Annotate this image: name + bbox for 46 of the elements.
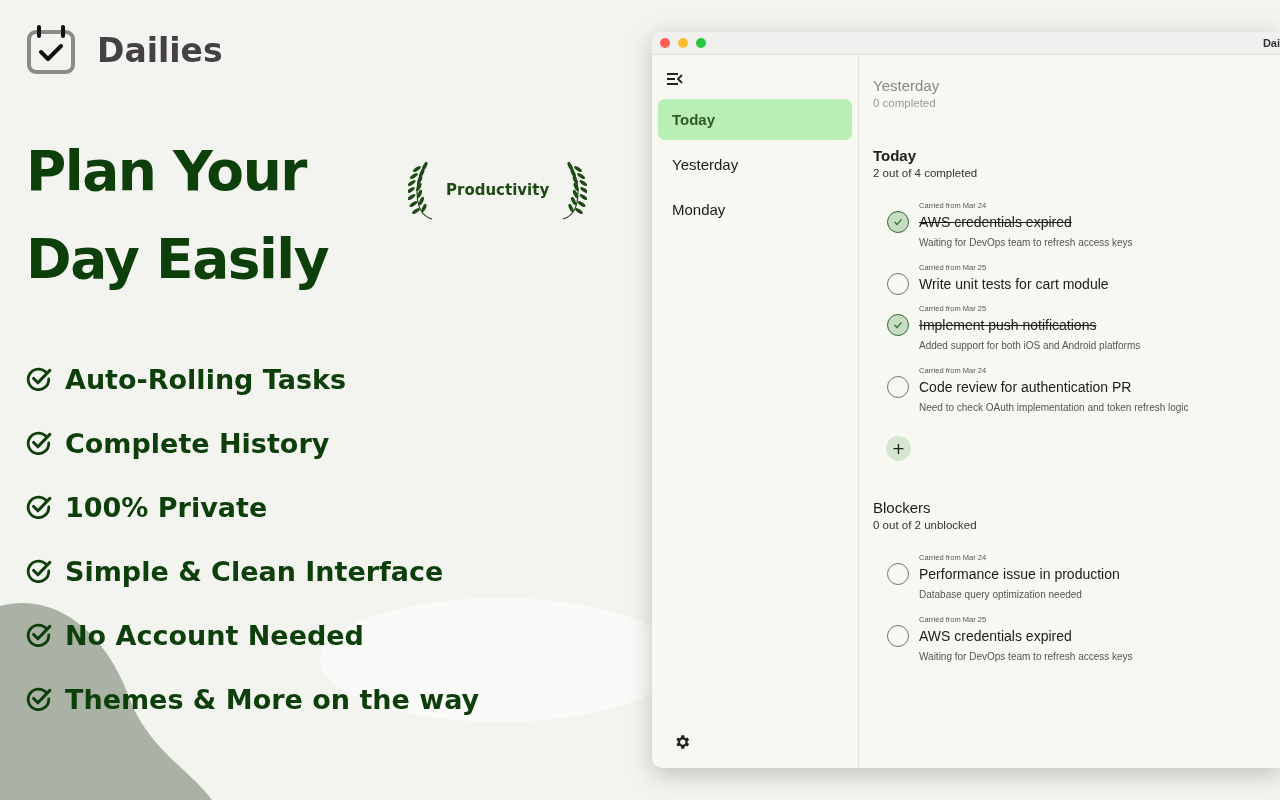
task-title: AWS credentials expired [919,627,1073,646]
task-note: Database query optimization needed [919,589,1083,600]
section-subtitle: 0 out of 2 unblocked [873,519,978,531]
task-note: Added support for both iOS and Android platforms [919,340,1142,351]
task-checkbox[interactable] [887,314,909,336]
check-icon [26,686,52,712]
feature-text: Themes & More on the way [65,683,480,715]
window-title: Dai [1262,37,1280,49]
feature-text: 100% Private [65,491,268,523]
feature-text: Auto-Rolling Tasks [65,363,347,395]
check-icon [26,558,52,584]
section-subtitle: 0 completed [873,97,937,109]
close-button[interactable] [660,38,670,48]
feature-text: No Account Needed [65,619,364,651]
section-title: Today [873,147,918,164]
task-note: Waiting for DevOps team to refresh access keys [919,651,1134,662]
task-title: Code review for authentication PR [919,378,1133,397]
task-note: Need to check OAuth implementation and token refresh logic [919,402,1190,413]
check-icon [892,216,904,228]
check-icon [26,494,52,520]
headline: Plan Your [26,138,308,205]
task-title: Write unit tests for cart module [919,275,1110,294]
award-label: Productivity [446,181,550,199]
add-task-button[interactable]: + [886,436,911,461]
check-icon [26,622,52,648]
section-title: Yesterday [873,77,941,94]
section-title: Blockers [873,499,932,516]
menu-icon[interactable] [667,73,683,85]
task-title: AWS credentials expired [919,213,1073,232]
sidebar-item[interactable]: Today [658,99,852,140]
calendar-check-icon [26,25,76,75]
sidebar-item[interactable]: Yesterday [658,144,852,185]
headline: Day Easily [26,226,330,293]
feature-text: Complete History [65,427,330,459]
task-title: Implement push notifications [919,316,1098,335]
app-name: Dailies [97,30,223,70]
sidebar-item[interactable]: Monday [658,189,852,230]
check-icon [26,366,52,392]
task-checkbox[interactable] [887,211,909,233]
maximize-button[interactable] [696,38,706,48]
task-note: Waiting for DevOps team to refresh access keys [919,237,1134,248]
check-icon [26,430,52,456]
check-icon [892,319,904,331]
section-subtitle: 2 out of 4 completed [873,167,979,179]
feature-text: Simple & Clean Interface [65,555,444,587]
task-title: Performance issue in production [919,565,1121,584]
